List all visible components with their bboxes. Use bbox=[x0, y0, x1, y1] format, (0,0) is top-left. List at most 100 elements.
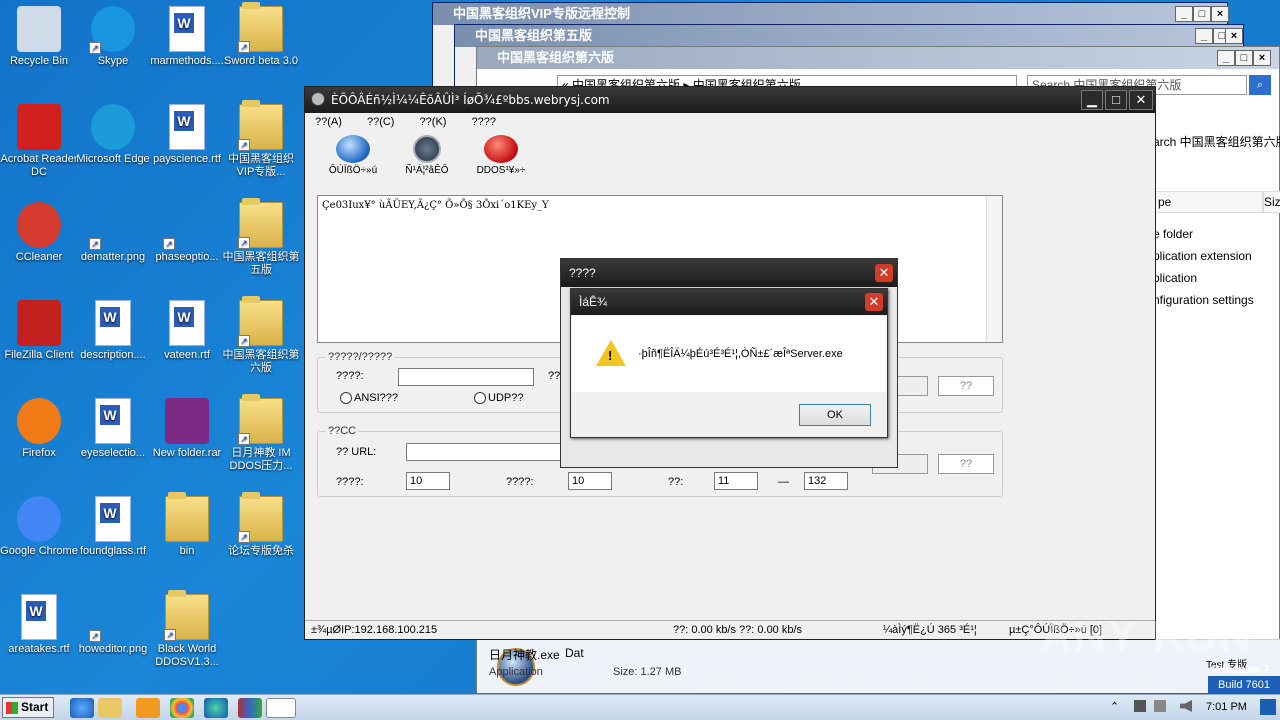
close-button[interactable]: ✕ bbox=[865, 293, 883, 311]
taskbar-app-button[interactable] bbox=[266, 698, 296, 718]
close-icon[interactable]: × bbox=[1211, 6, 1229, 22]
desktop-icon-label: 中国黑客组织第六版 bbox=[222, 349, 300, 374]
desktop-icon[interactable]: Google Chrome bbox=[0, 496, 78, 558]
desktop-icon[interactable]: Weyeselectio... bbox=[74, 398, 152, 460]
file-type-row[interactable]: plication extension bbox=[1153, 245, 1254, 267]
desktop-icon[interactable]: ↗ dematter.png bbox=[74, 202, 152, 264]
desktop-icon[interactable]: Acrobat Reader DC bbox=[0, 104, 78, 179]
range-start-input[interactable]: 11 bbox=[714, 472, 758, 490]
shortcut-arrow-icon: ↗ bbox=[238, 531, 250, 543]
desktop-icon[interactable]: ↗ 论坛专版免杀 bbox=[222, 492, 300, 558]
file-type-row[interactable]: plication bbox=[1153, 267, 1254, 289]
cc-stop-button[interactable]: ?? bbox=[938, 454, 994, 474]
toolbar-online-hosts-button[interactable]: ÔÚÏßÖ÷»ú bbox=[323, 135, 383, 176]
desktop-icon[interactable]: ↗ Sword beta 3.0 bbox=[222, 2, 300, 68]
desktop-icon-label: 中国黑客组织第五版 bbox=[222, 251, 300, 276]
desktop-icon[interactable]: Wdescription.... bbox=[74, 300, 152, 362]
desktop-icon[interactable]: Recycle Bin bbox=[0, 6, 78, 68]
media-player-icon[interactable] bbox=[136, 698, 160, 718]
log-scrollbar[interactable] bbox=[986, 196, 1002, 342]
edge-icon[interactable] bbox=[204, 698, 228, 718]
threads-input[interactable]: 10 bbox=[406, 472, 450, 490]
minimize-button[interactable]: ▁ bbox=[1081, 90, 1103, 110]
udp-radio[interactable]: UDP?? bbox=[474, 392, 523, 405]
clock[interactable]: 7:01 PM bbox=[1206, 701, 1247, 713]
desktop-icon-label: marmethods.... bbox=[150, 55, 224, 67]
desktop-icon[interactable]: Firefox bbox=[0, 398, 78, 460]
status-ip: ±¾µØIP:192.168.100.215 bbox=[311, 624, 438, 636]
desktop-icon[interactable]: Wareatakes.rtf bbox=[0, 594, 78, 656]
desktop-icon[interactable]: ↗ Black World DDOSV1.3... bbox=[148, 590, 226, 669]
desktop-icon[interactable]: ↗ 日月神教 IM DDOS压力... bbox=[222, 394, 300, 473]
menu-item[interactable]: ??(K) bbox=[420, 113, 447, 131]
close-button[interactable]: ✕ bbox=[875, 264, 893, 282]
desktop-icon[interactable]: Wmarmethods.... bbox=[148, 6, 226, 68]
close-icon[interactable]: × bbox=[1225, 28, 1243, 44]
ccleaner-icon bbox=[17, 202, 61, 248]
desktop-icon-label: bin bbox=[179, 545, 195, 557]
chrome-icon[interactable] bbox=[170, 698, 194, 718]
desktop-icon[interactable]: FileZilla Client bbox=[0, 300, 78, 362]
desktop-icon[interactable]: New folder.rar bbox=[148, 398, 226, 460]
ie-icon[interactable] bbox=[70, 698, 94, 718]
tray-arrow-icon[interactable]: ⌃ bbox=[1110, 700, 1119, 713]
stop-attack-button[interactable]: ?? bbox=[938, 376, 994, 396]
url-input[interactable] bbox=[406, 443, 566, 461]
desktop-icon[interactable]: Wfoundglass.rtf bbox=[74, 496, 152, 558]
interval-input[interactable]: 10 bbox=[568, 472, 612, 490]
desktop-icon-label: Google Chrome bbox=[0, 545, 78, 557]
col-type-header[interactable]: pe bbox=[1153, 191, 1263, 213]
word-doc-icon: W bbox=[169, 300, 205, 346]
url-label: ?? URL: bbox=[336, 446, 377, 458]
file-type-row[interactable]: nfiguration settings bbox=[1153, 289, 1254, 311]
port-input[interactable] bbox=[398, 368, 534, 386]
menu-item[interactable]: ??(A) bbox=[315, 113, 342, 131]
desktop-icon[interactable]: ↗ Skype bbox=[74, 6, 152, 68]
search-icon[interactable]: ⌕ bbox=[1249, 75, 1271, 95]
desktop-icon[interactable]: bin bbox=[148, 492, 226, 558]
file-type-row[interactable]: e folder bbox=[1153, 223, 1254, 245]
toolbar-stress-test-button[interactable]: Ñ¹Á¦²âÊÔ bbox=[397, 135, 457, 176]
maximize-icon[interactable]: □ bbox=[1235, 50, 1253, 66]
menu-item[interactable]: ??(C) bbox=[367, 113, 395, 131]
desktop-icon[interactable]: Microsoft Edge bbox=[74, 104, 152, 166]
show-desktop-button[interactable] bbox=[1260, 699, 1276, 715]
desktop-icon[interactable]: ↗ phaseoptio... bbox=[148, 202, 226, 264]
desktop-icon[interactable]: ↗ 中国黑客组织VIP专版... bbox=[222, 100, 300, 179]
firefox-icon bbox=[17, 398, 61, 444]
flag-icon[interactable] bbox=[1154, 700, 1166, 712]
devil-icon bbox=[484, 135, 518, 163]
desktop-icon[interactable]: ↗ 中国黑客组织第六版 bbox=[222, 296, 300, 375]
desktop-icon[interactable]: CCleaner bbox=[0, 202, 78, 264]
ansi-radio[interactable]: ANSI??? bbox=[340, 392, 398, 405]
toolbar-ddos-button[interactable]: DDOS¹¥»÷ bbox=[471, 135, 531, 176]
desktop-icon[interactable]: Wpayscience.rtf bbox=[148, 104, 226, 166]
col-size-header[interactable]: Size bbox=[1263, 191, 1280, 213]
desktop-icon-label: vateen.rtf bbox=[164, 349, 210, 361]
start-button[interactable]: Start bbox=[2, 697, 54, 718]
minimize-icon[interactable]: _ bbox=[1175, 6, 1193, 22]
menu-item[interactable]: ???? bbox=[472, 113, 496, 131]
close-button[interactable]: ✕ bbox=[1129, 90, 1153, 110]
winrar-icon[interactable] bbox=[238, 698, 262, 718]
word-doc-icon: W bbox=[21, 594, 57, 640]
desktop-icon-label: howeditor.png bbox=[78, 643, 148, 655]
desktop-icon[interactable]: ↗ howeditor.png bbox=[74, 594, 152, 656]
minimize-icon[interactable]: _ bbox=[1195, 28, 1213, 44]
skype-icon: ↗ bbox=[89, 6, 135, 54]
details-type: Application bbox=[489, 666, 543, 678]
folder-icon: ↗ bbox=[238, 394, 283, 445]
message-dialog[interactable]: ÌáÊ¾ ✕ ! ·þÎñ¶ËÎÄ¼þÉú³É³É¹¦,ÒÑ±£´æÎªServ… bbox=[570, 288, 888, 438]
network-icon[interactable] bbox=[1134, 700, 1146, 712]
minimize-icon[interactable]: _ bbox=[1217, 50, 1235, 66]
close-icon[interactable]: × bbox=[1253, 50, 1271, 66]
desktop-icon[interactable]: Wvateen.rtf bbox=[148, 300, 226, 362]
maximize-icon[interactable]: □ bbox=[1193, 6, 1211, 22]
windows-label: Windows 7 bbox=[1212, 664, 1270, 676]
maximize-button[interactable]: □ bbox=[1105, 90, 1127, 110]
explorer-icon[interactable] bbox=[98, 698, 122, 718]
range-end-input[interactable]: 132 bbox=[804, 472, 848, 490]
ok-button[interactable]: OK bbox=[799, 404, 871, 426]
volume-icon[interactable] bbox=[1180, 700, 1192, 712]
desktop-icon[interactable]: ↗ 中国黑客组织第五版 bbox=[222, 198, 300, 277]
